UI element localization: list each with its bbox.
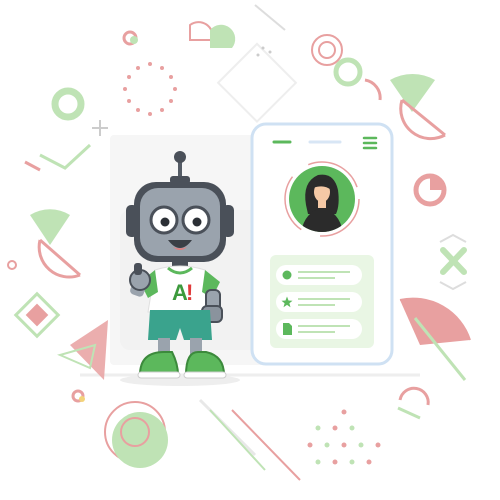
pink-pie-slice-right	[430, 176, 444, 190]
target-ring-outer	[311, 34, 343, 66]
robot-ear-right	[222, 205, 234, 237]
robot-pupil-right	[192, 217, 202, 227]
checkmark-decoration	[39, 143, 92, 170]
dot-grid-decoration	[307, 409, 381, 465]
half-circle-green-decoration	[210, 24, 236, 48]
green-circle-bottom	[112, 412, 168, 468]
dash-bottom-right	[397, 406, 421, 420]
dot-icon	[282, 270, 292, 280]
robot-pupil-left	[160, 217, 170, 227]
profile-item-2[interactable]	[276, 292, 362, 312]
pink-chord-left	[39, 238, 81, 277]
arc-bottom-right	[398, 386, 430, 406]
x-shape-decoration	[440, 247, 467, 275]
green-wedge-left	[30, 209, 70, 245]
thin-line-decoration	[254, 4, 286, 31]
stripe-decoration-1	[198, 398, 257, 457]
tiny-ring-left	[7, 260, 17, 270]
phone	[250, 122, 394, 366]
document-icon	[283, 323, 292, 335]
dotted-sunburst-decoration	[123, 62, 177, 116]
robot-held-item	[134, 263, 142, 275]
plus-pattern-decoration	[92, 120, 108, 136]
robot-ear-left	[126, 205, 138, 237]
target-ring-inner	[318, 41, 336, 59]
profile-item-1[interactable]	[276, 265, 362, 285]
half-circle-outline-decoration	[189, 21, 214, 41]
small-dot-decoration	[130, 36, 138, 44]
dash-decoration	[24, 160, 41, 172]
robot-phone-illustration: A !	[7, 4, 471, 481]
robot-sole-left	[137, 371, 181, 379]
diamond-fill-left	[25, 303, 49, 327]
yellow-dot-decoration	[79, 396, 85, 402]
antenna-ball	[174, 151, 186, 163]
profile-item-3[interactable]	[276, 319, 362, 339]
green-ring-decoration-2	[333, 57, 363, 87]
arc-decoration	[364, 78, 382, 101]
stripe-decoration-2	[209, 409, 266, 471]
green-wedge-decoration	[390, 73, 435, 112]
background-decorations	[7, 4, 471, 481]
robot-sole-right	[183, 371, 227, 379]
illustration-canvas: A !	[0, 0, 500, 500]
green-ring-decoration	[51, 87, 85, 121]
shirt-logo-accent: !	[186, 280, 193, 305]
